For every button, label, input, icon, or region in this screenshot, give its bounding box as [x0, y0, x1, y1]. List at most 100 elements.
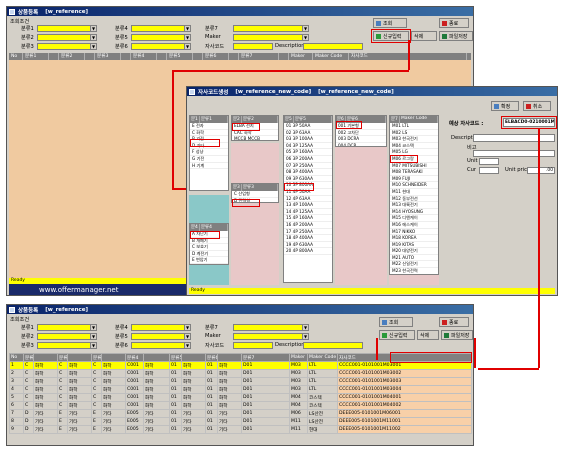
grid-header-cell[interactable]: 분류7 — [239, 53, 279, 60]
grid-header-cell[interactable]: 분류3 — [95, 53, 121, 60]
maker-code-list[interactable]: 분7 Maker Code M01 LTL M02 LS M03 한국전기 M04 코스텍… — [389, 115, 439, 275]
chevron-down-icon[interactable]: ▼ — [184, 44, 190, 49]
cat6-select[interactable]: ▼ — [131, 43, 191, 50]
maker-select[interactable]: ▼ — [233, 333, 309, 340]
grid-header-cell[interactable] — [101, 353, 126, 362]
new-entry-button[interactable]: 신규입력 — [379, 330, 415, 340]
list-item[interactable]: C 산업형 — [232, 191, 278, 198]
cat2-select[interactable]: ▼ — [37, 333, 97, 340]
form-description-input[interactable] — [473, 134, 555, 142]
table-row[interactable]: 8 D 기타 E 기타 E 기타 E005 기타 01 기타 01 기타 D01 M11 LS산전 DEEE00… — [9, 417, 472, 426]
table-row[interactable]: 7 D 기타 E 기타 E 기타 E005 기타 01 기타 01 기타 D01 M06 LS산전 DEEE00… — [9, 409, 472, 418]
form-remark-input[interactable] — [473, 150, 555, 157]
list-item[interactable]: 08 3P 400AA — [284, 169, 332, 176]
product-grid[interactable]: No분류1분류2분류3분류4분류5분류6분류7MakerMaker Code자사… — [9, 353, 472, 434]
list-item[interactable]: 01 3P 50AA — [284, 123, 332, 130]
save-file-button[interactable]: 파일저장 — [439, 31, 473, 41]
list-item[interactable]: M11 현대 — [390, 189, 438, 196]
maker-select[interactable]: ▼ — [233, 34, 309, 41]
table-row[interactable]: 6 C 화학 C 화학 C 화학 C001 화학 01 화학 01 화학 D01 M04 코스텍 CCCC001… — [9, 401, 472, 410]
cat1-select[interactable]: ▼ — [37, 25, 97, 32]
grid-header-cell[interactable] — [193, 53, 203, 60]
list-item[interactable]: M08 TERASAKI — [390, 169, 438, 176]
chevron-down-icon[interactable]: ▼ — [184, 325, 190, 330]
chevron-down-icon[interactable]: ▼ — [302, 35, 308, 40]
description-input[interactable] — [303, 43, 363, 50]
chevron-down-icon[interactable]: ▼ — [90, 26, 96, 31]
cat2-select[interactable]: ▼ — [37, 34, 97, 41]
list-item[interactable]: M13 대륙전기 — [390, 202, 438, 209]
list-item[interactable]: M07 MITSUBISHI — [390, 163, 438, 170]
cat6-select[interactable]: ▼ — [131, 342, 191, 349]
list-item[interactable]: M15 디엔케이 — [390, 215, 438, 222]
grid-header-cell[interactable] — [67, 353, 92, 362]
list-item[interactable]: 18 4P 400AA — [284, 235, 332, 242]
list-item[interactable]: M23 한국전력 — [390, 268, 438, 274]
grid-header-cell[interactable]: Maker Code — [307, 353, 338, 362]
form-unit-select[interactable] — [479, 158, 499, 165]
list-item[interactable]: E 전자 — [190, 123, 228, 130]
list-item[interactable]: M12 동부전선 — [390, 196, 438, 203]
list-item[interactable]: 07 3P 250AA — [284, 163, 332, 170]
table-row[interactable]: 9 D 기타 E 기타 E 기타 E005 기타 01 기타 01 기타 D01 M11 현대 DEEE005-… — [9, 425, 472, 434]
search-button[interactable]: 조회 — [379, 317, 413, 327]
grid-header-cell[interactable]: 분류2 — [57, 353, 68, 362]
list-item[interactable]: 004 DCR — [336, 143, 386, 146]
description-input[interactable] — [303, 342, 363, 349]
cat4-select[interactable]: ▼ — [131, 324, 191, 331]
cat5-select[interactable]: ▼ — [131, 34, 191, 41]
list-item[interactable]: M04 코스텍 — [390, 143, 438, 150]
form-unit-price-input[interactable]: .00 — [527, 167, 555, 174]
grid-header-cell[interactable]: 분류5 — [169, 353, 182, 362]
close-button[interactable]: 종료 — [439, 18, 469, 28]
cat7-select[interactable]: ▼ — [233, 25, 309, 32]
chevron-down-icon[interactable]: ▼ — [184, 343, 190, 348]
chevron-down-icon[interactable]: ▼ — [90, 44, 96, 49]
list-item[interactable]: 03 3P 100AA — [284, 136, 332, 143]
grid-header-cell[interactable]: 분류7 — [241, 353, 290, 362]
grid-header-cell[interactable]: 분류4 — [125, 353, 144, 362]
delete-button[interactable]: 삭제 — [411, 31, 437, 41]
chevron-down-icon[interactable]: ▼ — [184, 334, 190, 339]
delete-button[interactable]: 삭제 — [417, 330, 439, 340]
list-item[interactable]: MCCB MCCB — [232, 136, 278, 140]
form-cur-select[interactable] — [479, 167, 499, 174]
list-item[interactable]: C 화학 — [190, 130, 228, 137]
cat1-select[interactable]: ▼ — [37, 324, 97, 331]
grid-header-cell[interactable]: 분류5 — [167, 53, 193, 60]
category4-list[interactable]: 분4 분류4 A 차단기 B 개폐기 C 보호기 D 계전기 E 변압기 — [189, 223, 229, 265]
grid-header-cell[interactable] — [279, 53, 289, 60]
grid-header-cell[interactable]: No — [9, 53, 23, 60]
list-item[interactable]: 16 4P 200AA — [284, 222, 332, 229]
search-button[interactable]: 조회 — [373, 18, 407, 28]
list-item[interactable]: M17 NIKKO — [390, 229, 438, 236]
grid-header-cell[interactable] — [157, 53, 167, 60]
list-item[interactable]: 02 3P 63AA — [284, 130, 332, 137]
list-item[interactable]: M02 LS — [390, 130, 438, 137]
table-row[interactable]: 5 C 화학 C 화학 C 화학 C001 화학 01 화학 01 화학 D01 M04 코스텍 CCCC001… — [9, 393, 472, 402]
grid-header-cell[interactable]: Maker — [289, 353, 308, 362]
category6-list[interactable]: 분6 분류6 001 기본형 002 고차단 003 DCRA 004 DCR — [335, 115, 387, 147]
list-item[interactable]: M20 대양전기 — [390, 248, 438, 255]
chevron-down-icon[interactable]: ▼ — [90, 35, 96, 40]
grid-header-cell[interactable] — [217, 353, 242, 362]
grid-header-cell[interactable] — [85, 53, 95, 60]
category1-list[interactable]: 분1 분류1 E 전자 C 화학 B 기전 D 기타 F 성냥 G 기전 H 기계 — [189, 115, 229, 191]
grid-header-cell[interactable] — [33, 353, 58, 362]
code-input[interactable] — [233, 342, 273, 349]
cat3-select[interactable]: ▼ — [37, 43, 97, 50]
list-item[interactable]: 17 4P 250AA — [284, 229, 332, 236]
list-item[interactable]: C 보호기 — [190, 244, 228, 251]
list-item[interactable]: M16 에스케이 — [390, 222, 438, 229]
list-item[interactable]: M10 SCHNEIDER — [390, 182, 438, 189]
list-item[interactable]: 09 3P 630AA — [284, 176, 332, 183]
list-item[interactable]: E 변압기 — [190, 257, 228, 264]
grid-header-cell[interactable]: 분류4 — [131, 53, 157, 60]
chevron-down-icon[interactable]: ▼ — [302, 325, 308, 330]
chevron-down-icon[interactable]: ▼ — [90, 325, 96, 330]
chevron-down-icon[interactable]: ▼ — [90, 334, 96, 339]
close-button[interactable]: 종료 — [439, 317, 469, 327]
grid-header-cell[interactable]: 분류1 — [23, 53, 49, 60]
list-item[interactable]: G 기전 — [190, 156, 228, 163]
list-item[interactable]: M22 신일전기 — [390, 261, 438, 269]
